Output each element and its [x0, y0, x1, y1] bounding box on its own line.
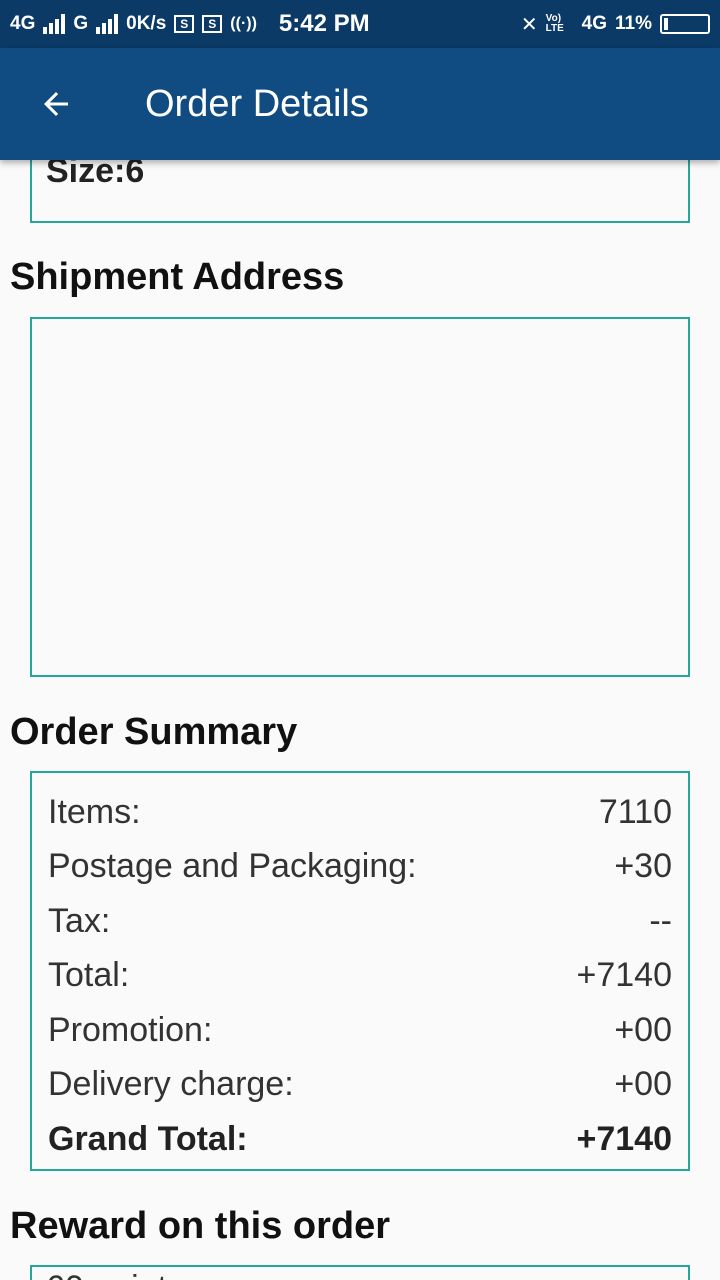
network-type-label: 4G [10, 13, 36, 34]
order-summary-box: Items: 7110 Postage and Packaging: +30 T… [30, 771, 690, 1171]
status-bar: 4G G 0K/s S S ((·)) 5:42 PM ✕ Vo) LTE 4G… [0, 0, 720, 48]
s-notification-icon-2: S [202, 15, 223, 33]
product-card: Size:6 [30, 160, 690, 223]
summary-label: Tax: [48, 901, 111, 940]
order-details-content[interactable]: Size:6 Shipment Address Order Summary It… [0, 160, 720, 1280]
signal-icon [43, 14, 66, 34]
product-size: Size:6 [46, 160, 145, 190]
summary-row-promotion: Promotion: +00 [48, 1003, 672, 1058]
shipment-address-box [30, 317, 690, 677]
back-button[interactable] [0, 48, 112, 160]
summary-value: +7140 [576, 1119, 673, 1158]
summary-row-tax: Tax: -- [48, 894, 672, 949]
summary-label: Items: [48, 792, 141, 831]
data-speed: 0K/s [126, 13, 167, 34]
network-type-label-2: G [73, 13, 89, 34]
order-summary-heading: Order Summary [10, 711, 298, 753]
summary-label: Promotion: [48, 1010, 213, 1049]
summary-row-total: Total: +7140 [48, 949, 672, 1004]
signal-icon-2 [96, 14, 119, 34]
battery-icon [660, 14, 710, 34]
summary-label: Total: [48, 956, 130, 995]
clock: 5:42 PM [278, 10, 370, 37]
shipment-address-heading: Shipment Address [10, 256, 345, 298]
reward-heading: Reward on this order [10, 1205, 391, 1247]
summary-value: +00 [614, 1010, 672, 1049]
summary-label: Delivery charge: [48, 1065, 294, 1104]
summary-value: 7110 [598, 792, 672, 831]
hotspot-icon: ((·)) [230, 15, 257, 32]
summary-row-items: Items: 7110 [48, 785, 672, 840]
summary-value: +7140 [576, 956, 673, 995]
mute-icon: ✕ [520, 13, 538, 36]
summary-value: -- [649, 901, 672, 940]
s-notification-icon: S [174, 15, 195, 33]
summary-label: Grand Total: [48, 1119, 248, 1158]
summary-row-delivery: Delivery charge: +00 [48, 1058, 672, 1113]
back-arrow-icon [44, 92, 68, 116]
summary-row-grand-total: Grand Total: +7140 [48, 1112, 672, 1167]
summary-value: +00 [614, 1065, 672, 1104]
reward-value: 60 points [46, 1269, 184, 1280]
summary-value: +30 [614, 847, 672, 886]
battery-percent: 11% [615, 13, 652, 34]
summary-row-postage: Postage and Packaging: +30 [48, 840, 672, 895]
network-type-label-3: 4G [581, 13, 608, 34]
summary-label: Postage and Packaging: [48, 847, 417, 886]
app-bar: Order Details [0, 48, 720, 160]
volte-label: Vo) LTE [545, 13, 564, 34]
reward-box: 60 points [30, 1265, 690, 1280]
page-title: Order Details [145, 82, 369, 125]
